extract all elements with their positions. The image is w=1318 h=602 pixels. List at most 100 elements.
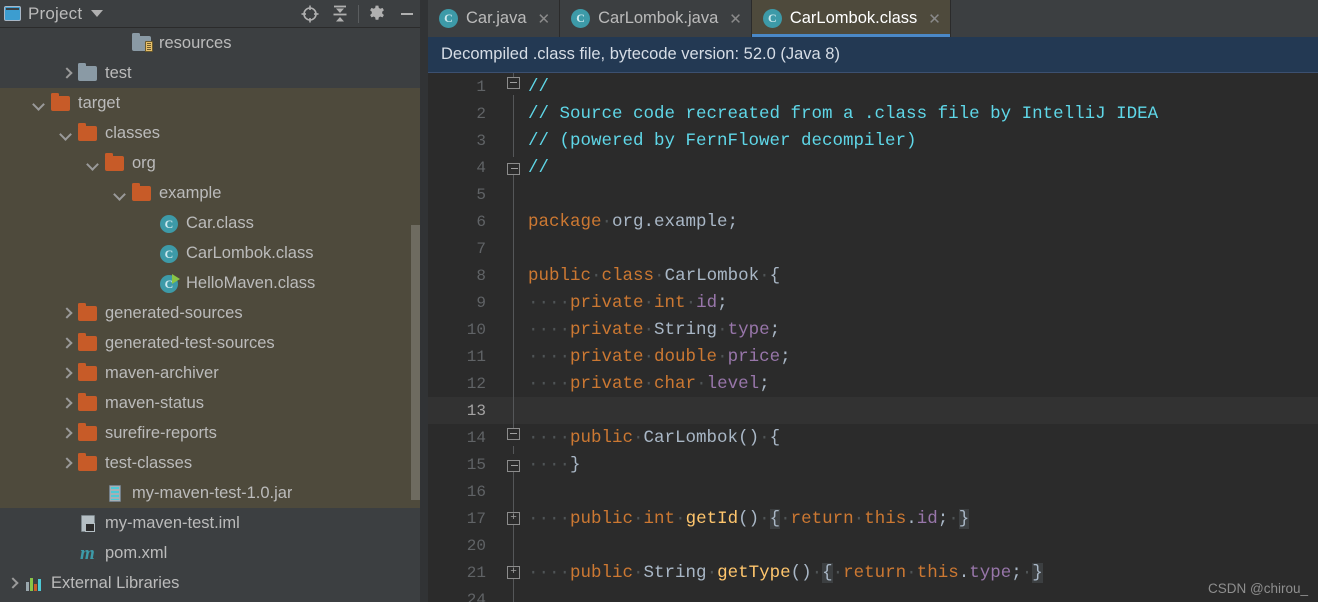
code-line[interactable]: 14 ····public·CarLombok()·{ (428, 424, 1318, 451)
java-class-icon: C (762, 9, 782, 28)
line-number: 2 (476, 104, 486, 123)
fold-gutter-line (500, 478, 528, 505)
tree-row[interactable]: C HelloMaven.class (0, 268, 428, 298)
project-toolwindow-header: Project (0, 0, 428, 28)
tree-row-label: classes (105, 123, 161, 142)
jar-icon (105, 484, 125, 502)
tree-row[interactable]: org (0, 148, 428, 178)
editor-tab[interactable]: C CarLombok.java ✕ (560, 0, 752, 37)
chevron-right-icon[interactable] (60, 67, 73, 80)
chevron-right-icon[interactable] (60, 307, 73, 320)
code-line[interactable]: 20 (428, 532, 1318, 559)
code-line[interactable]: 21 + ····public·String·getType()·{·return·… (428, 559, 1318, 586)
chevron-right-icon[interactable] (60, 427, 73, 440)
code-viewer[interactable]: 1 // 2 // Source code recreated from a .cla… (428, 73, 1318, 602)
tree-row-label: test-classes (105, 453, 193, 472)
chevron-down-icon[interactable] (114, 187, 127, 200)
collapse-all-icon[interactable] (325, 1, 355, 27)
code-line[interactable]: 17 + ····public·int·getId()·{·return·this.… (428, 505, 1318, 532)
sidebar-scrollbar-thumb[interactable] (411, 225, 420, 500)
editor-tab[interactable]: C CarLombok.class ✕ (751, 0, 951, 37)
folder-orange-icon (105, 153, 125, 172)
project-icon (4, 6, 21, 21)
tree-row[interactable]: test (0, 58, 428, 88)
fold-region-start-icon[interactable] (500, 73, 528, 100)
project-tree[interactable]: resources test target classes org example C Car… (0, 28, 428, 602)
tab-bar-filler (950, 0, 1318, 37)
line-number: 14 (466, 428, 486, 447)
line-number: 10 (466, 320, 486, 339)
tree-row[interactable]: maven-archiver (0, 358, 428, 388)
code-text: // (528, 157, 550, 178)
code-line[interactable]: 8 public·class·CarLombok·{ (428, 262, 1318, 289)
folder-orange-icon (78, 453, 98, 472)
locate-icon[interactable] (295, 1, 325, 27)
chevron-right-icon[interactable] (60, 337, 73, 350)
expand-fold-icon[interactable]: + (500, 505, 528, 532)
fold-gutter-line (500, 532, 528, 559)
tree-row[interactable]: m pom.xml (0, 538, 428, 568)
tree-row[interactable]: my-maven-test.iml (0, 508, 428, 538)
line-number: 21 (466, 563, 486, 582)
code-line[interactable]: 4 // (428, 154, 1318, 181)
tree-row[interactable]: C Car.class (0, 208, 428, 238)
java-class-icon: C (439, 9, 458, 28)
fold-gutter-line (500, 235, 528, 262)
code-line[interactable]: 15 ····} (428, 451, 1318, 478)
code-line[interactable]: 3 // (powered by FernFlower decompiler) (428, 127, 1318, 154)
tree-row[interactable]: target (0, 88, 428, 118)
tree-row[interactable]: C CarLombok.class (0, 238, 428, 268)
code-text: ····public·int·getId()·{·return·this.id;… (528, 508, 970, 529)
chevron-right-icon[interactable] (6, 577, 19, 590)
chevron-down-icon[interactable] (60, 127, 73, 140)
code-line[interactable]: 12 ····private·char·level; (428, 370, 1318, 397)
code-line[interactable]: 2 // Source code recreated from a .class … (428, 100, 1318, 127)
code-line[interactable]: 6 package·org.example; (428, 208, 1318, 235)
fold-region-start-icon[interactable] (500, 424, 528, 451)
code-line[interactable]: 10 ····private·String·type; (428, 316, 1318, 343)
hide-window-icon[interactable] (392, 1, 422, 27)
chevron-right-icon[interactable] (60, 457, 73, 470)
tree-row[interactable]: generated-sources (0, 298, 428, 328)
tree-row[interactable]: classes (0, 118, 428, 148)
code-line[interactable]: 7 (428, 235, 1318, 262)
folder-orange-icon (78, 363, 98, 382)
folder-orange-icon (78, 423, 98, 442)
code-line[interactable]: 11 ····private·double·price; (428, 343, 1318, 370)
tree-row[interactable]: generated-test-sources (0, 328, 428, 358)
gear-icon[interactable] (362, 1, 392, 27)
line-number: 8 (476, 266, 486, 285)
code-line[interactable]: 24 (428, 586, 1318, 602)
fold-region-end-icon[interactable] (500, 451, 528, 478)
chevron-down-icon[interactable] (87, 157, 100, 170)
chevron-right-icon[interactable] (60, 397, 73, 410)
editor-tab[interactable]: C Car.java ✕ (428, 0, 561, 37)
tree-row[interactable]: example (0, 178, 428, 208)
close-icon[interactable]: ✕ (928, 10, 941, 28)
tree-row[interactable]: Scratches and Consoles (0, 598, 428, 602)
code-line[interactable]: 5 (428, 181, 1318, 208)
tree-row[interactable]: resources (0, 28, 428, 58)
close-icon[interactable]: ✕ (729, 10, 742, 28)
tree-row[interactable]: my-maven-test-1.0.jar (0, 478, 428, 508)
chevron-right-icon[interactable] (60, 367, 73, 380)
fold-gutter-line (500, 100, 528, 127)
close-icon[interactable]: ✕ (538, 10, 551, 28)
tree-row[interactable]: test-classes (0, 448, 428, 478)
line-number: 1 (476, 77, 486, 96)
code-text: ····private·double·price; (528, 346, 791, 367)
chevron-down-icon[interactable] (91, 10, 104, 17)
tree-row[interactable]: surefire-reports (0, 418, 428, 448)
tree-row[interactable]: maven-status (0, 388, 428, 418)
fold-region-end-icon[interactable] (500, 154, 528, 181)
chevron-down-icon[interactable] (33, 97, 46, 110)
code-text: // Source code recreated from a .class f… (528, 103, 1159, 124)
code-line[interactable]: 13 (428, 397, 1318, 424)
tree-row[interactable]: External Libraries (0, 568, 428, 598)
code-line[interactable]: 1 // (428, 73, 1318, 100)
code-line[interactable]: 9 ····private·int·id; (428, 289, 1318, 316)
line-number: 12 (466, 374, 486, 393)
expand-fold-icon[interactable]: + (500, 559, 528, 586)
code-line[interactable]: 16 (428, 478, 1318, 505)
